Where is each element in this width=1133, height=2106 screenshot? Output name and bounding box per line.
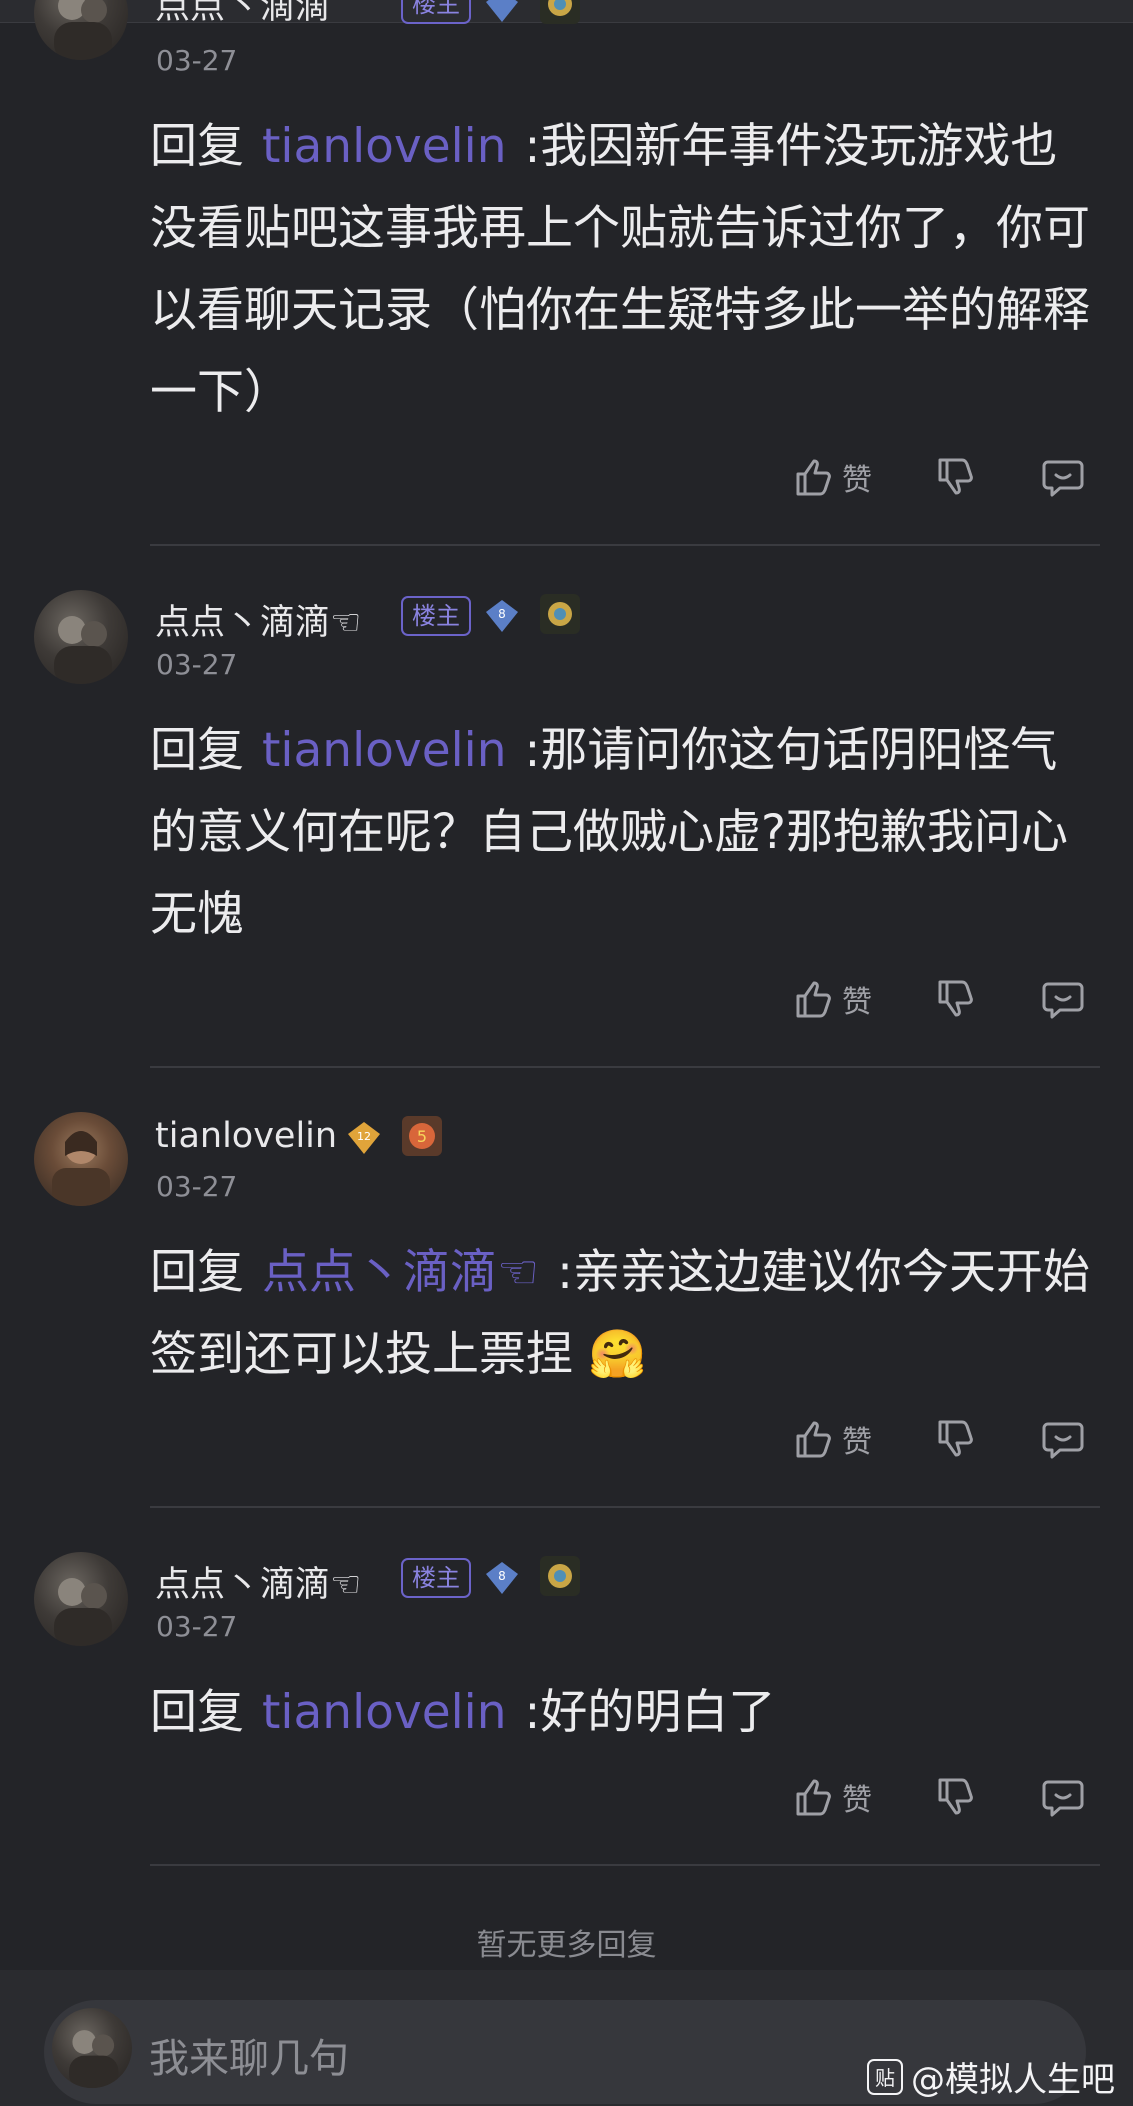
like-label: 赞 <box>842 1783 872 1818</box>
like-button[interactable]: 赞 <box>790 972 872 1026</box>
reply-button[interactable] <box>1040 450 1086 504</box>
medal-icon: 5 <box>402 1116 442 1156</box>
owner-badge: 楼主 <box>401 596 471 636</box>
comment-bubble-icon <box>1042 460 1084 497</box>
medal-number: 5 <box>417 1127 427 1146</box>
level-badge-icon: 8 <box>486 1562 518 1594</box>
thumbs-down-icon <box>938 458 973 495</box>
level-badge-icon <box>486 0 518 22</box>
like-button[interactable]: 赞 <box>790 1412 872 1466</box>
like-button[interactable]: 赞 <box>790 450 872 504</box>
level-number: 8 <box>498 1569 506 1583</box>
level-number: 12 <box>357 1130 371 1143</box>
avatar[interactable] <box>34 1552 128 1646</box>
thumbs-up-icon <box>796 1421 831 1458</box>
comment-actions: 赞 <box>790 1770 1090 1824</box>
avatar <box>52 2008 132 2088</box>
divider <box>150 544 1100 546</box>
dislike-button[interactable] <box>932 1412 978 1466</box>
comment-actions: 赞 <box>790 972 1090 1026</box>
thumbs-up-icon <box>796 1779 831 1816</box>
reply-target-link[interactable]: tianlovelin <box>262 119 507 174</box>
medal-icon <box>540 0 580 24</box>
reply-button[interactable] <box>1040 972 1086 1026</box>
like-label: 赞 <box>842 985 872 1020</box>
username[interactable]: 点点丶滴滴 <box>155 0 330 29</box>
divider <box>150 1864 1100 1866</box>
comment-bubble-icon <box>1042 982 1084 1019</box>
level-number: 8 <box>498 607 506 621</box>
reply-prefix: 回复 <box>150 1245 244 1300</box>
owner-badge: 楼主 <box>401 1558 471 1598</box>
like-label: 赞 <box>842 1425 872 1460</box>
medal-icon <box>540 1556 580 1596</box>
comment-date: 03-27 <box>156 1610 238 1643</box>
level-badge-icon: 8 <box>486 600 518 632</box>
thumbs-down-icon <box>938 1778 973 1815</box>
username[interactable]: 点点丶滴滴☜ <box>155 594 361 645</box>
reply-button[interactable] <box>1040 1412 1086 1466</box>
tieba-logo-icon: 贴 <box>867 2058 903 2095</box>
reply-prefix: 回复 <box>150 723 244 778</box>
thumbs-down-icon <box>938 1420 973 1457</box>
reply-button[interactable] <box>1040 1770 1086 1824</box>
no-more-replies-text: 暂无更多回复 <box>476 1928 657 1963</box>
comment-text: 回复 tianlovelin:那请问你这句话阴阳怪气的意义何在呢？自己做贼心虚?那… <box>150 710 1090 956</box>
owner-badge: 楼主 <box>401 0 471 24</box>
divider <box>150 1506 1100 1508</box>
avatar[interactable] <box>34 590 128 684</box>
comment-text: 回复 tianlovelin:我因新年事件没玩游戏也没看贴吧这事我再上个贴就告诉过… <box>150 106 1090 434</box>
comment-actions: 赞 <box>790 450 1090 504</box>
reply-target-link[interactable]: tianlovelin <box>262 1685 507 1740</box>
username[interactable]: 点点丶滴滴☜ <box>155 1556 361 1607</box>
comment-date: 03-27 <box>156 648 238 681</box>
like-label: 赞 <box>842 463 872 498</box>
avatar[interactable] <box>34 1112 128 1206</box>
comment-text: 回复 点点丶滴滴☜:亲亲这边建议你今天开始签到还可以投上票捏 🤗 <box>150 1232 1090 1396</box>
comment-text: 回复 tianlovelin :好的明白了 <box>150 1672 1090 1754</box>
reply-target-link[interactable]: tianlovelin <box>262 723 507 778</box>
watermark-text: @模拟人生吧 <box>911 2060 1115 2100</box>
reply-prefix: 回复 <box>150 1685 244 1740</box>
comment-actions: 赞 <box>790 1412 1090 1466</box>
comment-bubble-icon <box>1042 1422 1084 1459</box>
comment-body: :好的明白了 <box>524 1685 776 1740</box>
reply-prefix: 回复 <box>150 119 244 174</box>
dislike-button[interactable] <box>932 972 978 1026</box>
input-placeholder: 我来聊几句 <box>149 2036 349 2082</box>
comment-date: 03-27 <box>156 1170 238 1203</box>
dislike-button[interactable] <box>932 450 978 504</box>
thumbs-up-icon <box>796 981 831 1018</box>
comment-bubble-icon <box>1042 1780 1084 1817</box>
comment-date: 03-27 <box>156 44 238 77</box>
divider <box>150 1066 1100 1068</box>
like-button[interactable]: 赞 <box>790 1770 872 1824</box>
medal-icon <box>540 594 580 634</box>
level-badge-icon: 12 <box>348 1122 380 1154</box>
username[interactable]: tianlovelin <box>155 1116 337 1156</box>
dislike-button[interactable] <box>932 1770 978 1824</box>
avatar[interactable] <box>34 0 128 60</box>
thumbs-down-icon <box>938 980 973 1017</box>
watermark: 贴 @模拟人生吧 <box>867 2052 1115 2101</box>
reply-target-link[interactable]: 点点丶滴滴☜ <box>262 1245 539 1300</box>
thumbs-up-icon <box>796 459 831 496</box>
